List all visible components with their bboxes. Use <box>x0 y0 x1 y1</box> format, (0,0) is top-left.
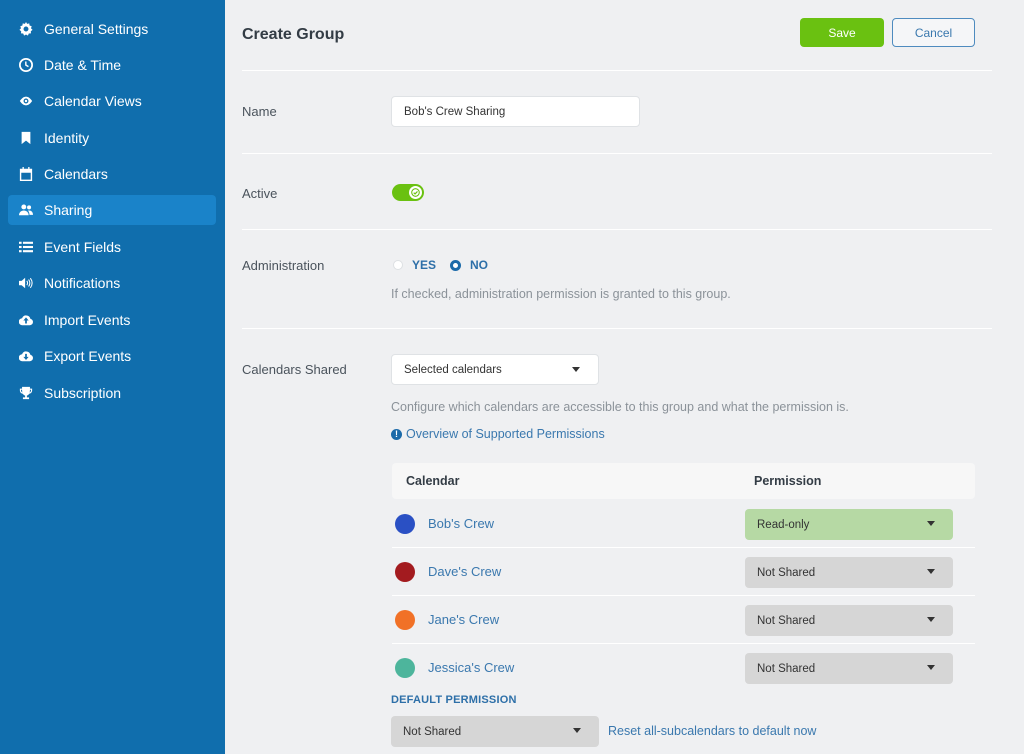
caret-down-icon <box>927 665 935 670</box>
check-icon <box>411 188 420 197</box>
sidebar-item-label: Calendars <box>44 166 108 182</box>
divider <box>242 229 992 230</box>
administration-label: Administration <box>242 258 325 273</box>
divider <box>242 328 992 329</box>
calendar-name-link[interactable]: Jessica's Crew <box>428 660 514 675</box>
administration-help-text: If checked, administration permission is… <box>391 287 731 301</box>
sidebar-item-label: Event Fields <box>44 239 122 255</box>
reset-default-link[interactable]: Reset all-subcalendars to default now <box>608 724 816 738</box>
permission-select[interactable]: Not Shared <box>745 557 953 588</box>
trophy-icon <box>17 386 35 400</box>
active-label: Active <box>242 186 278 201</box>
name-input[interactable] <box>391 96 640 127</box>
sidebar-item-identity[interactable]: Identity <box>8 123 216 153</box>
sidebar-item-import-events[interactable]: Import Events <box>8 305 216 335</box>
calendar-icon <box>17 167 35 181</box>
divider <box>242 70 992 71</box>
overview-permissions-link[interactable]: ! Overview of Supported Permissions <box>391 427 605 441</box>
gear-icon <box>17 22 35 36</box>
name-label: Name <box>242 104 277 119</box>
default-permission-label: DEFAULT PERMISSION <box>391 694 517 706</box>
table-row: Jane's Crew Not Shared <box>392 596 975 644</box>
calendar-name-link[interactable]: Dave's Crew <box>428 564 501 579</box>
page-title: Create Group <box>242 26 345 43</box>
default-permission-select[interactable]: Not Shared <box>391 716 599 747</box>
caret-down-icon <box>573 728 581 733</box>
calendar-name-link[interactable]: Jane's Crew <box>428 612 499 627</box>
calendars-shared-help-text: Configure which calendars are accessible… <box>391 400 849 414</box>
permission-select[interactable]: Not Shared <box>745 605 953 636</box>
calendar-color-dot <box>395 610 415 630</box>
select-value: Not Shared <box>757 566 816 579</box>
administration-radio-group: YES NO <box>393 258 502 272</box>
permission-select[interactable]: Read-only <box>745 509 953 540</box>
info-icon: ! <box>391 428 402 440</box>
permission-select[interactable]: Not Shared <box>745 653 953 684</box>
sidebar-item-label: Date & Time <box>44 57 122 73</box>
bookmark-icon <box>17 131 35 145</box>
sidebar-item-label: Export Events <box>44 348 132 364</box>
divider <box>242 153 992 154</box>
calendar-name-link[interactable]: Bob's Crew <box>428 516 494 531</box>
sidebar-item-calendar-views[interactable]: Calendar Views <box>8 86 216 116</box>
caret-down-icon <box>927 617 935 622</box>
sidebar-item-label: General Settings <box>44 21 149 37</box>
calendar-color-dot <box>395 514 415 534</box>
select-value: Not Shared <box>403 725 462 738</box>
select-value: Selected calendars <box>404 363 502 376</box>
select-value: Read-only <box>757 518 810 531</box>
sidebar-item-subscription[interactable]: Subscription <box>8 378 216 408</box>
calendars-shared-select[interactable]: Selected calendars <box>391 354 599 385</box>
sidebar-item-general-settings[interactable]: General Settings <box>8 14 216 44</box>
sidebar-item-export-events[interactable]: Export Events <box>8 341 216 371</box>
sidebar-item-event-fields[interactable]: Event Fields <box>8 232 216 262</box>
radio-checked-icon <box>450 259 462 271</box>
caret-down-icon <box>927 569 935 574</box>
list-icon <box>17 240 35 254</box>
sidebar-item-label: Calendar Views <box>44 93 142 109</box>
select-value: Not Shared <box>757 662 816 675</box>
clock-icon <box>17 58 35 72</box>
calendars-shared-label: Calendars Shared <box>242 362 347 377</box>
calendar-color-dot <box>395 562 415 582</box>
cloud-download-icon <box>17 349 35 363</box>
caret-down-icon <box>927 521 935 526</box>
sidebar-item-notifications[interactable]: Notifications <box>8 268 216 298</box>
calendar-table-header: Calendar Permission <box>392 463 975 499</box>
sidebar-item-label: Subscription <box>44 385 122 401</box>
sidebar-item-label: Sharing <box>44 202 93 218</box>
cloud-upload-icon <box>17 313 35 327</box>
calendar-color-dot <box>395 658 415 678</box>
sidebar-item-date-time[interactable]: Date & Time <box>8 50 216 80</box>
main-content: Create Group Save Cancel Name Active Adm… <box>225 0 1024 754</box>
column-header-permission: Permission <box>754 474 822 488</box>
radio-no[interactable]: NO <box>450 258 488 272</box>
users-icon <box>17 203 35 217</box>
active-toggle[interactable] <box>392 184 424 201</box>
link-text: Overview of Supported Permissions <box>406 427 605 441</box>
sidebar-item-label: Import Events <box>44 312 131 328</box>
table-row: Bob's Crew Read-only <box>392 500 975 548</box>
save-button[interactable]: Save <box>800 18 884 47</box>
sidebar-item-sharing[interactable]: Sharing <box>8 195 216 225</box>
radio-yes[interactable]: YES <box>393 258 436 272</box>
table-row: Dave's Crew Not Shared <box>392 548 975 596</box>
speaker-icon <box>17 276 35 290</box>
cancel-button[interactable]: Cancel <box>892 18 975 47</box>
sidebar: General Settings Date & Time Calendar Vi… <box>0 0 225 754</box>
column-header-calendar: Calendar <box>406 474 460 488</box>
table-row: Jessica's Crew Not Shared <box>392 644 975 692</box>
toggle-knob <box>409 186 422 199</box>
sidebar-item-label: Notifications <box>44 275 121 291</box>
sidebar-item-calendars[interactable]: Calendars <box>8 159 216 189</box>
sidebar-item-label: Identity <box>44 130 90 146</box>
caret-down-icon <box>572 367 580 372</box>
select-value: Not Shared <box>757 614 816 627</box>
radio-unchecked-icon <box>393 260 403 270</box>
eye-icon <box>17 94 35 108</box>
